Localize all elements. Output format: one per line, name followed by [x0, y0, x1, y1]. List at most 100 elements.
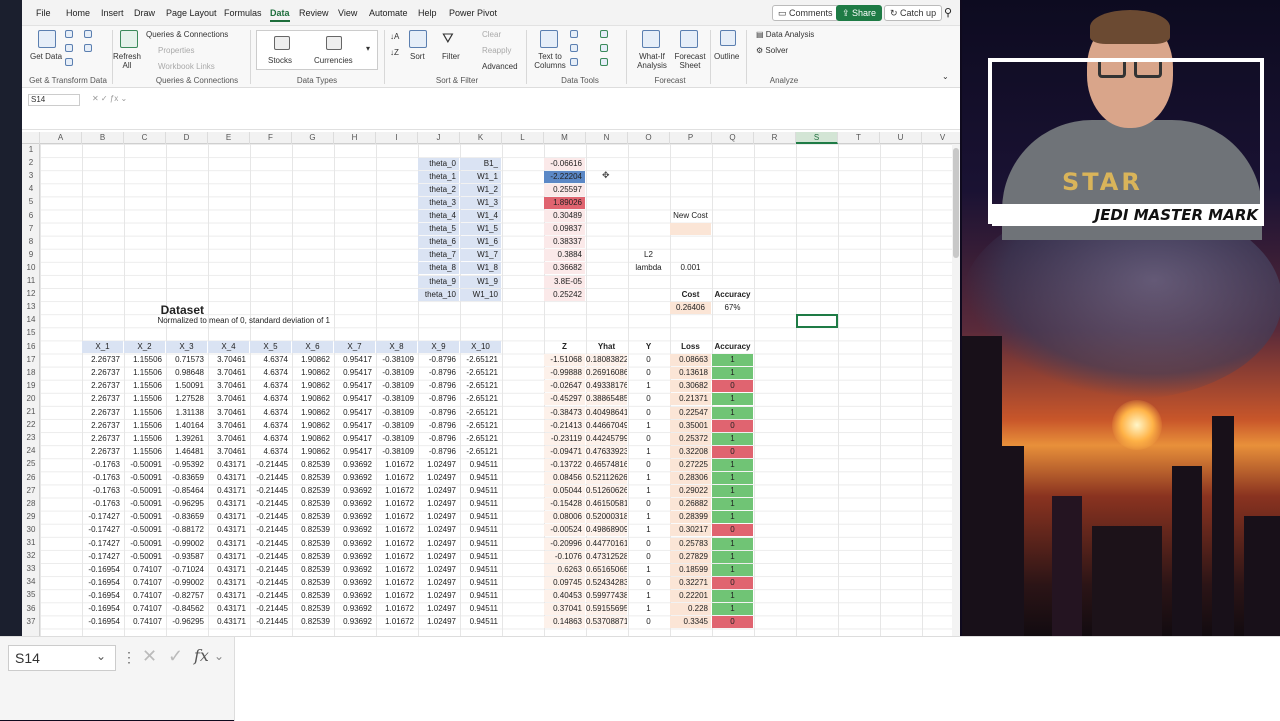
data-cell[interactable]: 0 [628, 498, 669, 510]
data-cell[interactable]: -0.21445 [250, 564, 291, 576]
currencies-icon[interactable] [326, 36, 342, 50]
data-cell[interactable]: -0.71024 [166, 564, 207, 576]
data-cell[interactable]: 1 [628, 420, 669, 432]
data-cell[interactable]: 0.82539 [292, 538, 333, 550]
data-cell[interactable]: 0.13618 [670, 367, 711, 380]
data-cell[interactable]: 0.30217 [670, 524, 711, 537]
data-cell[interactable]: 3.70461 [208, 380, 249, 392]
row-header-32[interactable]: 32 [22, 551, 40, 560]
row-header-13[interactable]: 13 [22, 302, 40, 311]
data-cell[interactable]: 1.90862 [292, 446, 333, 458]
data-cell[interactable]: 0.71573 [166, 354, 207, 366]
menu-automate[interactable]: Automate [369, 8, 408, 18]
data-cell[interactable]: 2.26737 [82, 433, 123, 445]
menu-insert[interactable]: Insert [101, 8, 124, 18]
data-cell[interactable]: -0.38109 [376, 393, 417, 405]
data-cell[interactable]: 0.82539 [292, 564, 333, 576]
row-header-11[interactable]: 11 [22, 276, 40, 285]
data-cell[interactable]: 0.65165065 [586, 563, 627, 576]
data-cell[interactable]: 0.47633923 [586, 445, 627, 458]
data-cell[interactable]: -0.02647 [544, 380, 585, 393]
data-cell[interactable]: 1.02497 [418, 590, 459, 602]
data-cell[interactable]: 1 [712, 589, 753, 602]
data-cell[interactable]: 0.09745 [544, 576, 585, 589]
row-header-23[interactable]: 23 [22, 433, 40, 442]
data-cell[interactable]: 0.43171 [208, 485, 249, 497]
data-cell[interactable]: 1.40164 [166, 420, 207, 432]
data-cell[interactable]: 4.6374 [250, 433, 291, 445]
data-cell[interactable]: -0.1076 [544, 550, 585, 563]
header-x_7[interactable]: X_7 [334, 341, 375, 353]
data-cell[interactable]: -0.8796 [418, 393, 459, 405]
column-header-c[interactable]: C [124, 132, 166, 144]
data-cell[interactable]: -0.96295 [166, 616, 207, 628]
row-header-33[interactable]: 33 [22, 564, 40, 573]
menu-view[interactable]: View [338, 8, 357, 18]
data-cell[interactable]: -0.93587 [166, 551, 207, 563]
header-x_8[interactable]: X_8 [376, 341, 417, 353]
param-value[interactable]: 0.25242 [544, 288, 585, 301]
scroll-thumb[interactable] [953, 148, 959, 258]
data-cell[interactable]: 0.94511 [460, 590, 501, 602]
param-weight[interactable]: W1_2 [460, 183, 501, 196]
data-cell[interactable]: -0.21445 [250, 577, 291, 589]
row-header-9[interactable]: 9 [22, 250, 40, 259]
data-cell[interactable]: 4.6374 [250, 367, 291, 379]
data-cell[interactable]: 0.95417 [334, 446, 375, 458]
selected-cell-s14[interactable] [796, 314, 838, 329]
param-weight[interactable]: W1_6 [460, 236, 501, 249]
data-cell[interactable]: 0.94511 [460, 577, 501, 589]
row-header-29[interactable]: 29 [22, 512, 40, 521]
data-cell[interactable]: 0.82539 [292, 551, 333, 563]
data-cell[interactable]: 1 [712, 367, 753, 380]
data-cell[interactable]: 1.01672 [376, 603, 417, 615]
data-cell[interactable]: 0.74107 [124, 564, 165, 576]
data-cell[interactable]: 0.44667049 [586, 419, 627, 432]
data-cell[interactable]: -2.65121 [460, 380, 501, 392]
data-cell[interactable]: 0.30682 [670, 380, 711, 393]
from-web-icon[interactable] [65, 44, 73, 52]
data-analysis-button[interactable]: ▤ Data Analysis [756, 30, 814, 39]
header-y[interactable]: Y [628, 341, 669, 353]
data-cell[interactable]: -0.21445 [250, 524, 291, 536]
outline-icon[interactable] [720, 30, 736, 46]
data-cell[interactable]: 1 [712, 537, 753, 550]
data-cell[interactable]: 3.70461 [208, 446, 249, 458]
data-cell[interactable]: 1.31138 [166, 407, 207, 419]
data-cell[interactable]: 0.14863 [544, 616, 585, 629]
from-text-icon[interactable] [65, 30, 73, 38]
relationships-icon[interactable] [600, 44, 608, 52]
data-cell[interactable]: -0.1763 [82, 485, 123, 497]
data-cell[interactable]: 0.43171 [208, 551, 249, 563]
data-cell[interactable]: 0.43171 [208, 524, 249, 536]
data-cell[interactable]: -0.8796 [418, 367, 459, 379]
param-weight[interactable]: W1_10 [460, 288, 501, 301]
data-cell[interactable]: 0.93692 [334, 577, 375, 589]
data-cell[interactable]: 0.82539 [292, 603, 333, 615]
data-cell[interactable]: -0.99002 [166, 577, 207, 589]
data-cell[interactable]: 0 [628, 354, 669, 366]
filter-button[interactable]: Filter [442, 52, 460, 61]
param-value[interactable]: 3.8E-05 [544, 275, 585, 288]
data-cell[interactable]: -0.21445 [250, 551, 291, 563]
data-cell[interactable]: -2.65121 [460, 433, 501, 445]
data-cell[interactable]: 1.02497 [418, 524, 459, 536]
data-cell[interactable]: 0.74107 [124, 616, 165, 628]
data-cell[interactable]: 0 [628, 538, 669, 550]
data-cell[interactable]: 0.43171 [208, 616, 249, 628]
data-cell[interactable]: 0.82539 [292, 459, 333, 471]
header-accuracy[interactable]: Accuracy [712, 341, 753, 353]
header-x_10[interactable]: X_10 [460, 341, 501, 353]
data-cell[interactable]: 0 [628, 616, 669, 628]
data-cell[interactable]: 0.08006 [544, 511, 585, 524]
lambda-value[interactable]: 0.001 [670, 262, 711, 274]
row-header-4[interactable]: 4 [22, 184, 40, 193]
data-cell[interactable]: -0.8796 [418, 354, 459, 366]
data-cell[interactable]: -0.16954 [82, 603, 123, 615]
param-name[interactable]: theta_10 [418, 288, 459, 301]
data-cell[interactable]: 1 [628, 511, 669, 523]
data-cell[interactable]: 1.15506 [124, 367, 165, 379]
forecast-sheet-button[interactable]: Forecast Sheet [672, 52, 708, 70]
data-cell[interactable]: -2.65121 [460, 367, 501, 379]
data-cell[interactable]: -0.38109 [376, 380, 417, 392]
